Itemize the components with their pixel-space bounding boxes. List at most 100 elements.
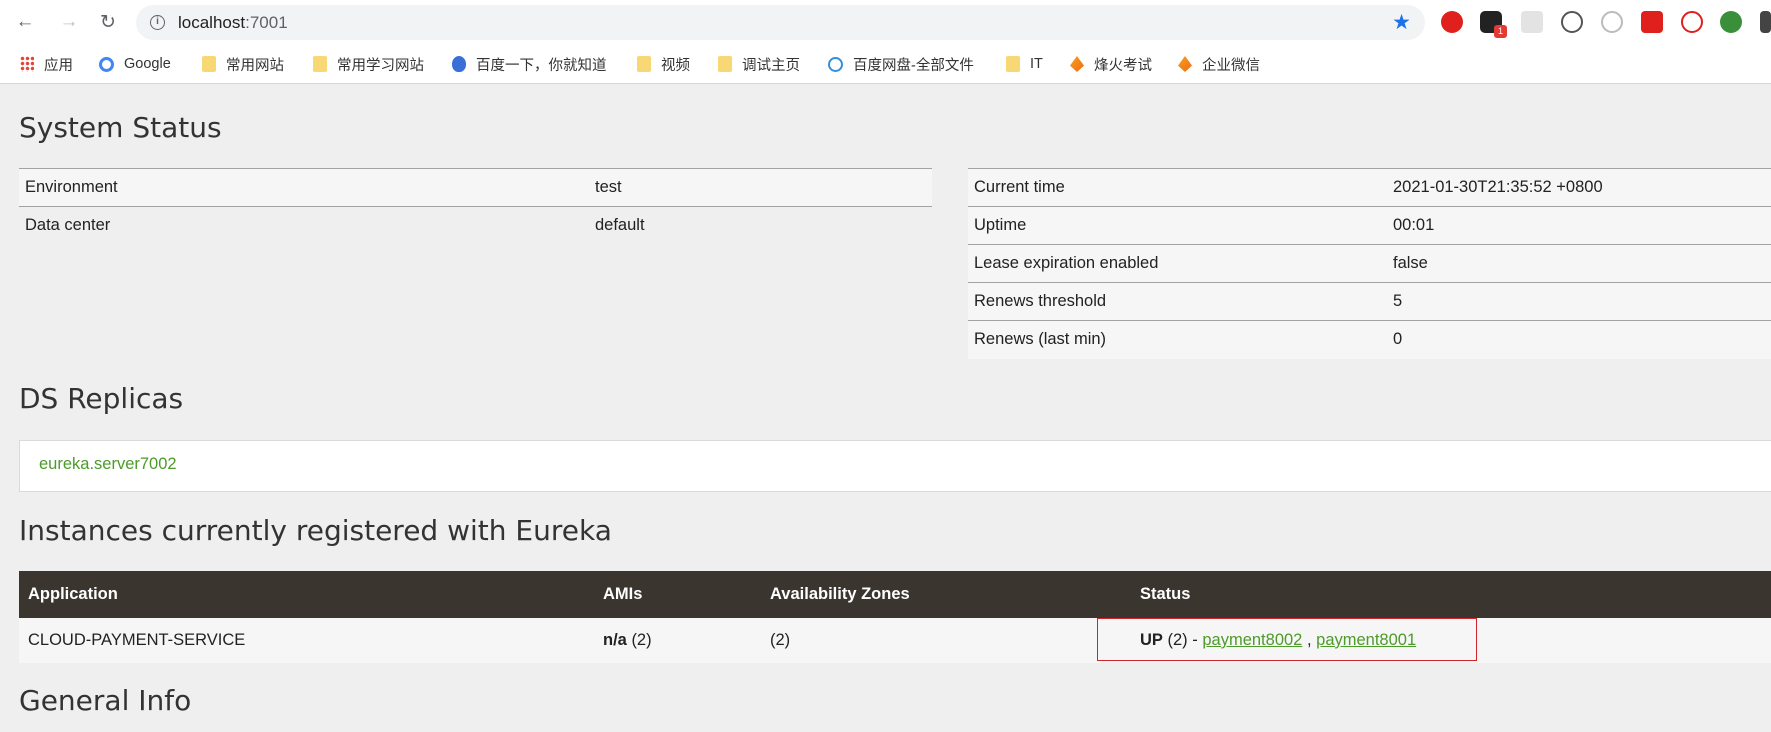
bookmark-label: 常用网站 — [226, 57, 284, 74]
adblock-extension-icon[interactable] — [1441, 11, 1463, 33]
table-row: CLOUD-PAYMENT-SERVICE n/a (2) (2) UP (2)… — [19, 618, 1771, 663]
reload-icon[interactable]: ↻ — [95, 9, 121, 35]
bookmark-label: 烽火考试 — [1094, 57, 1152, 74]
status-count: (2) - — [1167, 631, 1198, 649]
folder-icon — [313, 56, 327, 72]
column-header-application: Application — [19, 571, 594, 618]
column-header-availability-zones: Availability Zones — [761, 571, 1131, 618]
instances-heading: Instances currently registered with Eure… — [19, 514, 612, 547]
replica-link[interactable]: eureka.server7002 — [39, 455, 177, 474]
browser-toolbar: ← → ↻ i localhost:7001 ★ 1 — [0, 0, 1771, 44]
bookmark-label: 企业微信 — [1202, 57, 1260, 74]
apps-grid-icon — [20, 56, 34, 72]
application-name: CLOUD-PAYMENT-SERVICE — [19, 618, 594, 663]
bookmark-folder[interactable]: 常用网站 — [202, 53, 284, 75]
bookmark-folder[interactable]: 常用学习网站 — [313, 53, 424, 75]
folder-icon — [202, 56, 216, 72]
fire-icon — [1070, 56, 1084, 72]
bookmark-fire[interactable]: 烽火考试 — [1070, 53, 1152, 75]
status-label: Renews threshold — [968, 282, 1387, 321]
eureka-dashboard: System Status Environment test Data cent… — [0, 85, 1771, 732]
status-value: test — [589, 168, 932, 207]
table-row: Current time 2021-01-30T21:35:52 +0800 — [968, 168, 1771, 207]
back-arrow-icon[interactable]: ← — [12, 9, 38, 35]
status-value: 00:01 — [1387, 206, 1771, 245]
table-row: Renews (last min) 0 — [968, 320, 1771, 359]
ami-cell: n/a (2) — [594, 618, 761, 663]
bookmark-label: Google — [124, 56, 171, 72]
general-info-heading: General Info — [19, 684, 192, 717]
system-status-right-table: Current time 2021-01-30T21:35:52 +0800 U… — [968, 168, 1771, 359]
instances-table: Application AMIs Availability Zones Stat… — [19, 571, 1771, 663]
column-header-status: Status — [1131, 571, 1771, 618]
bookmark-label: 常用学习网站 — [337, 57, 424, 74]
status-value: default — [589, 206, 932, 245]
status-label: Current time — [968, 168, 1387, 207]
extension-icon[interactable] — [1601, 11, 1623, 33]
status-label: Renews (last min) — [968, 320, 1387, 359]
fe-extension-icon[interactable] — [1641, 11, 1663, 33]
zones-cell: (2) — [761, 618, 1131, 663]
status-up: UP — [1140, 631, 1163, 649]
url-text[interactable]: localhost:7001 — [178, 13, 288, 33]
status-label: Environment — [19, 168, 589, 207]
bookmark-baidu[interactable]: 百度一下，你就知道 — [452, 53, 607, 75]
column-header-amis: AMIs — [594, 571, 761, 618]
forward-arrow-icon[interactable]: → — [56, 9, 82, 35]
bookmark-label: 应用 — [44, 57, 73, 74]
ami-count: (2) — [631, 631, 652, 649]
extension-icon[interactable]: 1 — [1480, 11, 1507, 38]
bookmark-folder[interactable]: 视频 — [637, 53, 690, 75]
table-header-row: Application AMIs Availability Zones Stat… — [19, 571, 1771, 618]
instance-link-payment8002[interactable]: payment8002 — [1202, 631, 1302, 649]
system-status-left-table: Environment test Data center default — [19, 168, 932, 245]
bookmark-star-icon[interactable]: ★ — [1392, 10, 1411, 35]
folder-icon — [718, 56, 732, 72]
bookmark-wecom[interactable]: 企业微信 — [1178, 53, 1260, 75]
status-label: Uptime — [968, 206, 1387, 245]
ds-replicas-panel: eureka.server7002 — [19, 440, 1771, 492]
bookmark-folder[interactable]: 调试主页 — [718, 53, 800, 75]
site-info-icon[interactable]: i — [150, 15, 165, 30]
status-value: 5 — [1387, 282, 1771, 321]
url-port: :7001 — [245, 13, 288, 32]
table-row: Lease expiration enabled false — [968, 244, 1771, 283]
status-value: false — [1387, 244, 1771, 283]
table-row: Renews threshold 5 — [968, 282, 1771, 321]
bookmark-folder[interactable]: IT — [1006, 53, 1043, 75]
extension-badge: 1 — [1494, 25, 1507, 38]
bookmark-label: 视频 — [661, 57, 690, 74]
bookmark-label: 百度网盘-全部文件 — [853, 57, 974, 74]
instance-separator: , — [1306, 631, 1312, 649]
table-row: Data center default — [19, 206, 932, 245]
network-extension-icon[interactable] — [1681, 11, 1703, 33]
status-value: 0 — [1387, 320, 1771, 359]
status-cell: UP (2) - payment8002 , payment8001 — [1131, 618, 1771, 663]
bookmark-label: 调试主页 — [742, 57, 800, 74]
folder-icon — [1006, 56, 1020, 72]
address-bar[interactable]: i localhost:7001 ★ — [136, 5, 1425, 40]
ami-value: n/a — [603, 631, 627, 649]
puzzle-icon[interactable] — [1760, 11, 1771, 33]
fire-icon — [1178, 56, 1192, 72]
folder-icon — [637, 56, 651, 72]
table-row: Environment test — [19, 168, 932, 207]
bookmark-baidu-netdisk[interactable]: 百度网盘-全部文件 — [828, 53, 974, 75]
bookmark-apps[interactable]: 应用 — [20, 53, 73, 75]
ds-replicas-heading: DS Replicas — [19, 382, 184, 415]
google-icon — [99, 56, 114, 72]
baidu-netdisk-icon — [828, 56, 843, 72]
bookmark-label: 百度一下，你就知道 — [476, 57, 607, 74]
url-host: localhost — [178, 13, 246, 32]
bookmark-google[interactable]: Google — [99, 53, 171, 75]
translate-extension-icon[interactable] — [1561, 11, 1583, 33]
status-label: Lease expiration enabled — [968, 244, 1387, 283]
status-value: 2021-01-30T21:35:52 +0800 — [1387, 168, 1771, 207]
globe-extension-icon[interactable] — [1720, 11, 1742, 33]
status-label: Data center — [19, 206, 589, 245]
instance-link-payment8001[interactable]: payment8001 — [1316, 631, 1416, 649]
bookmark-label: IT — [1030, 56, 1043, 72]
table-row: Uptime 00:01 — [968, 206, 1771, 245]
extension-icon[interactable] — [1521, 11, 1543, 33]
bookmarks-bar: 应用 Google 常用网站 常用学习网站 百度一下，你就知道 视频 调试主页 … — [0, 44, 1771, 84]
